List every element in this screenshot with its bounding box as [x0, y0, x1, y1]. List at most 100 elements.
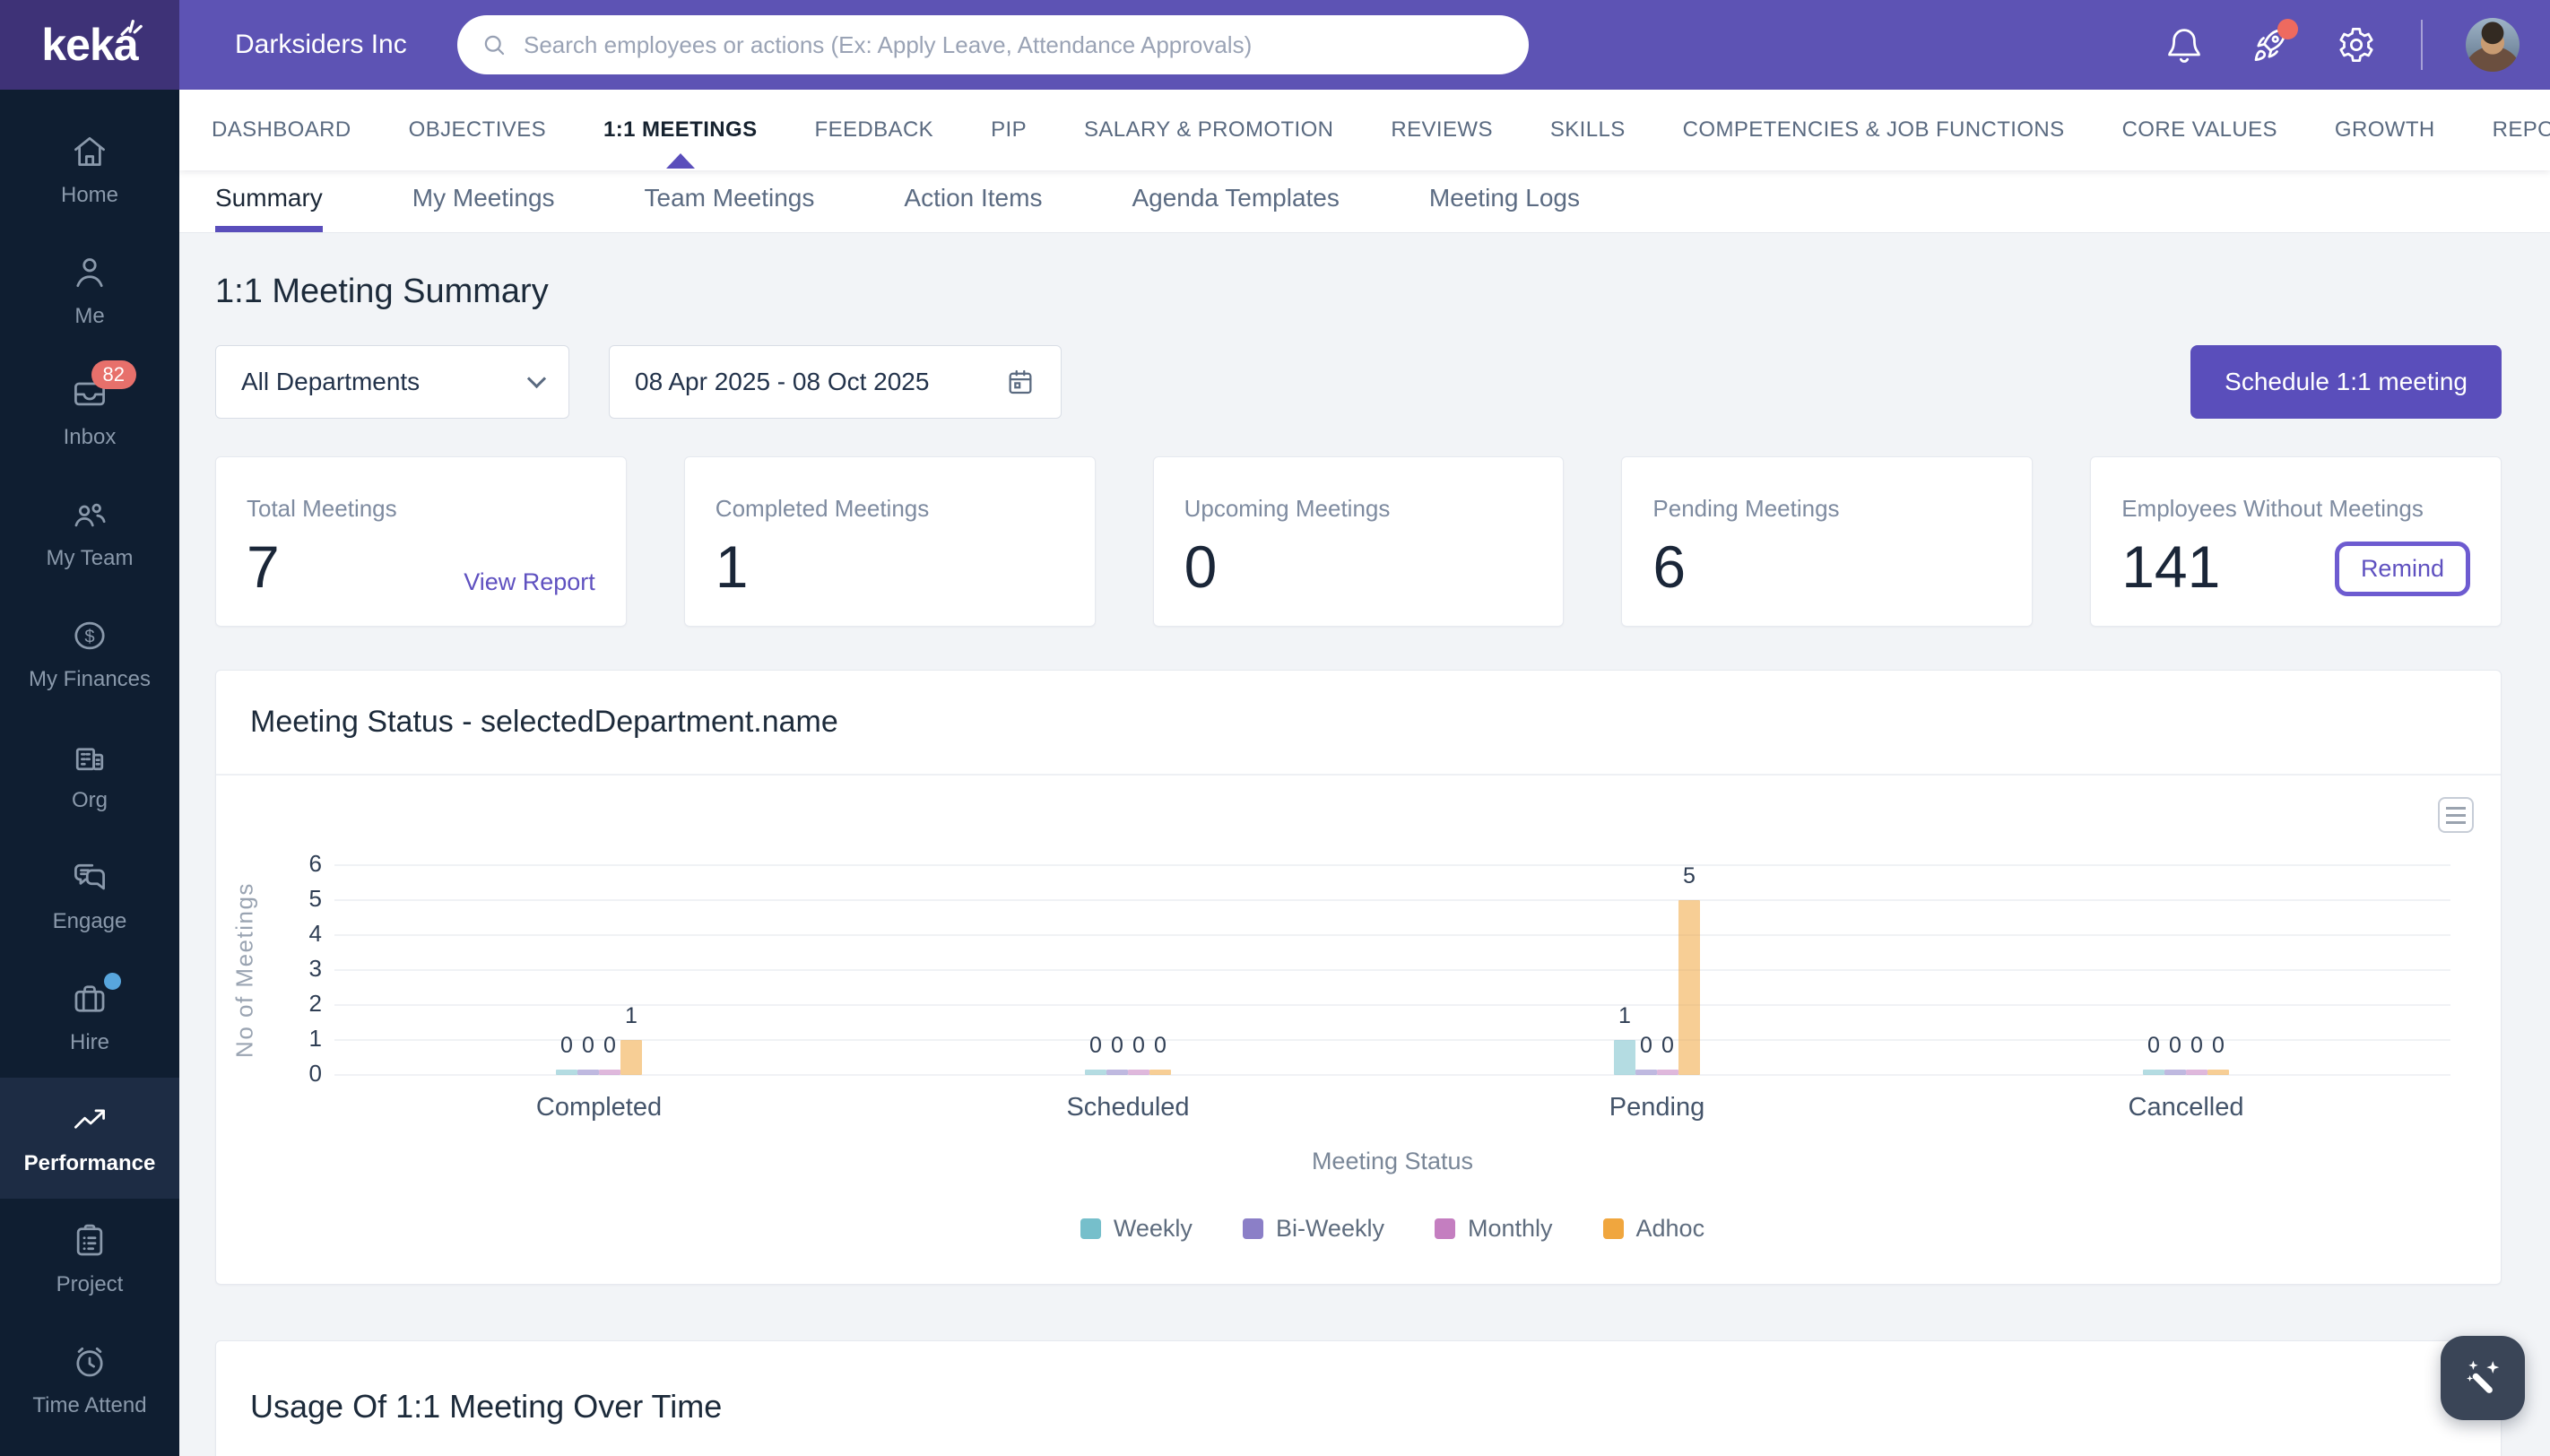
card-bottom: 6: [1652, 537, 2001, 596]
sidebar-item-hire[interactable]: Hire: [0, 957, 179, 1078]
page-title: 1:1 Meeting Summary: [215, 273, 549, 310]
department-filter-dropdown[interactable]: All Departments: [215, 345, 569, 419]
sidebar-item-inbox[interactable]: 82 Inbox: [0, 351, 179, 472]
subtab-meeting-logs[interactable]: Meeting Logs: [1429, 170, 1580, 232]
sidebar-item-label: Performance: [23, 1151, 156, 1175]
tab-pip[interactable]: PIP: [991, 90, 1027, 170]
tab-salary-promotion[interactable]: SALARY & PROMOTION: [1084, 90, 1333, 170]
tab-1-1-meetings[interactable]: 1:1 MEETINGS: [603, 90, 758, 170]
legend-item-bi-weekly: Bi-Weekly: [1242, 1215, 1384, 1243]
bar-value-label: 0: [2169, 1033, 2181, 1058]
bar-weekly-completed: [556, 1070, 577, 1075]
sidebar-item-label: Engage: [52, 909, 127, 933]
y-axis-tick: 0: [308, 1060, 322, 1087]
bar-adhoc-completed: [620, 1040, 642, 1075]
subtab-my-meetings[interactable]: My Meetings: [412, 170, 555, 232]
tab-growth[interactable]: GROWTH: [2335, 90, 2435, 170]
date-range-picker[interactable]: 08 Apr 2025 - 08 Oct 2025: [609, 345, 1062, 419]
sidebar-item-me[interactable]: Me: [0, 230, 179, 351]
legend-label: Adhoc: [1635, 1215, 1705, 1242]
card-label: Pending Meetings: [1652, 495, 1840, 522]
svg-text:$: $: [84, 627, 94, 646]
tab-feedback[interactable]: FEEDBACK: [815, 90, 934, 170]
bar-value-label: 5: [1683, 863, 1696, 888]
bar-value-label: 0: [1640, 1033, 1652, 1058]
department-filter-value: All Departments: [241, 368, 421, 395]
bar-value-label: 0: [1089, 1033, 1102, 1058]
y-axis-tick: 2: [308, 990, 322, 1017]
tab-core-values[interactable]: CORE VALUES: [2122, 90, 2277, 170]
summary-card-pending-meetings: Pending Meetings 6: [1621, 456, 2034, 627]
hire-icon: [70, 973, 121, 1018]
filter-row: All Departments 08 Apr 2025 - 08 Oct 202…: [215, 345, 2502, 419]
sidebar-item-engage[interactable]: Engage: [0, 836, 179, 957]
global-search[interactable]: [457, 15, 1529, 74]
y-axis-tick: 3: [308, 955, 322, 982]
bar-value-label: 0: [2147, 1033, 2160, 1058]
view-report-link[interactable]: View Report: [464, 568, 595, 596]
chart-categories: Completed Scheduled Pending Cancelled: [334, 1093, 2450, 1122]
sidebar-item-time-attend[interactable]: Time Attend: [0, 1320, 179, 1441]
team-icon: [70, 495, 109, 534]
whats-new-button[interactable]: [2249, 19, 2298, 66]
bar-weekly-pending: [1614, 1040, 1635, 1075]
assistant-fab[interactable]: [2441, 1336, 2525, 1420]
legend-label: Monthly: [1467, 1215, 1553, 1242]
sidebar-item-my-team[interactable]: My Team: [0, 472, 179, 594]
tab-skills[interactable]: SKILLS: [1550, 90, 1626, 170]
y-axis-tick: 5: [308, 885, 322, 912]
tab-reviews[interactable]: REVIEWS: [1391, 90, 1492, 170]
bar-value-label: 0: [2212, 1033, 2225, 1058]
subtab-team-meetings[interactable]: Team Meetings: [645, 170, 815, 232]
bar-group-pending: 1005: [1392, 863, 1921, 1075]
remind-button[interactable]: Remind: [2334, 542, 2470, 596]
tab-competencies-job-functions[interactable]: COMPETENCIES & JOB FUNCTIONS: [1683, 90, 2065, 170]
profile-avatar[interactable]: [2466, 18, 2520, 72]
bar-value-label: 1: [625, 1003, 638, 1028]
chart-menu-button[interactable]: [2438, 797, 2474, 833]
schedule-meeting-button[interactable]: Schedule 1:1 meeting: [2190, 345, 2502, 419]
tab-objectives[interactable]: OBJECTIVES: [409, 90, 546, 170]
search-input[interactable]: [522, 30, 1505, 60]
sidebar-item-performance[interactable]: Performance: [0, 1078, 179, 1199]
usage-card-title: Usage Of 1:1 Meeting Over Time: [250, 1388, 723, 1425]
category-label: Scheduled: [1066, 1093, 1190, 1122]
tab-reports[interactable]: REPORTS: [2493, 90, 2550, 170]
bar-monthly-cancelled: [2186, 1070, 2207, 1075]
chart-legend: Weekly Bi-Weekly Monthly Adhoc: [216, 1215, 2501, 1243]
chart-header: Meeting Status - selectedDepartment.name: [216, 671, 2501, 776]
y-axis-tick: 4: [308, 920, 322, 947]
subtab-action-items[interactable]: Action Items: [904, 170, 1042, 232]
tab-dashboard[interactable]: DASHBOARD: [212, 90, 351, 170]
logo-spark-icon: [118, 16, 145, 41]
sidebar-item-my-finances[interactable]: $ My Finances: [0, 594, 179, 715]
x-axis-title: Meeting Status: [1311, 1148, 1474, 1174]
notifications-button[interactable]: [2163, 23, 2206, 66]
chart-plot: No of Meetings 01234560001000010050000: [231, 850, 2450, 1087]
bar-group-scheduled: 0000: [863, 865, 1392, 1075]
bar-bi-weekly-completed: [577, 1070, 599, 1075]
sidebar-item-label: Me: [74, 304, 105, 328]
card-bottom: 1: [716, 537, 1064, 596]
sidebar-item-home[interactable]: Home: [0, 109, 179, 230]
meeting-status-chart-card: Meeting Status - selectedDepartment.name…: [215, 670, 2502, 1285]
legend-swatch: [1242, 1218, 1263, 1239]
bar-slot: 0: [2207, 865, 2229, 1075]
bar-value-label: 0: [1111, 1033, 1123, 1058]
subtab-summary[interactable]: Summary: [215, 170, 323, 232]
bar-weekly-cancelled: [2143, 1070, 2164, 1075]
hire-notification-dot: [104, 973, 121, 990]
sidebar-item-label: Org: [71, 788, 108, 812]
bar-adhoc-pending: [1678, 900, 1700, 1075]
card-bottom: 141 Remind: [2121, 537, 2470, 596]
magic-wand-icon: [2459, 1354, 2507, 1402]
sidebar-item-org[interactable]: Org: [0, 715, 179, 836]
category-label: Cancelled: [2128, 1093, 2244, 1122]
sidebar-item-project[interactable]: Project: [0, 1199, 179, 1320]
settings-button[interactable]: [2335, 23, 2378, 66]
inbox-count-badge: 82: [91, 360, 136, 389]
page-content: 1:1 Meeting Summary All Departments 08 A…: [179, 233, 2550, 1456]
sidebar-item-label: My Finances: [28, 667, 152, 691]
subtab-agenda-templates[interactable]: Agenda Templates: [1132, 170, 1339, 232]
keka-logo[interactable]: keka: [0, 0, 179, 90]
